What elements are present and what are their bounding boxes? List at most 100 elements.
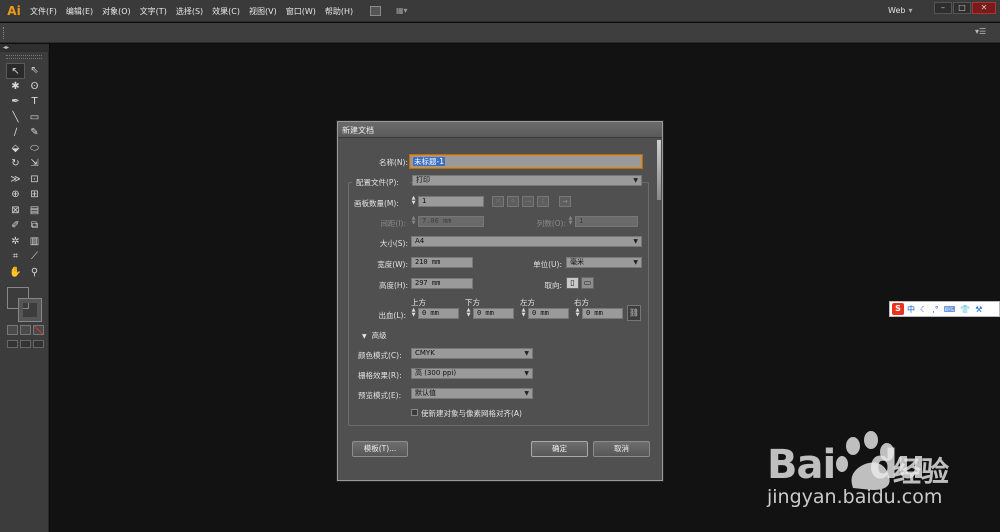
- punctuation-icon[interactable]: ,°: [932, 305, 939, 314]
- artboard-tool-icon[interactable]: ⌗: [6, 249, 25, 265]
- grid-by-column-icon[interactable]: ⁘: [507, 196, 519, 207]
- bleed-top-stepper[interactable]: ▲ ▼: [410, 308, 417, 319]
- profile-dropdown[interactable]: 打印 ▼: [412, 175, 642, 186]
- rectangle-tool-icon[interactable]: ▭: [25, 110, 44, 126]
- none-mode-button[interactable]: [33, 325, 44, 335]
- hand-tool-icon[interactable]: ✋: [6, 265, 25, 281]
- color-mode-dropdown[interactable]: CMYK ▼: [411, 348, 533, 359]
- units-dropdown[interactable]: 毫米 ▼: [566, 257, 642, 268]
- blend-tool-icon[interactable]: ⧉: [25, 218, 44, 234]
- menu-object[interactable]: 对象(O): [102, 6, 131, 17]
- workspace-switcher[interactable]: Web ▾: [888, 4, 928, 18]
- gradient-tool-icon[interactable]: ▤: [25, 203, 44, 219]
- menu-type[interactable]: 文字(T): [140, 6, 167, 17]
- menu-file[interactable]: 文件(F): [30, 6, 57, 17]
- draw-inside-button[interactable]: [33, 340, 44, 348]
- spacing-stepper[interactable]: ▲ ▼: [410, 216, 417, 227]
- name-input[interactable]: 未标题-1: [410, 155, 642, 168]
- cancel-button[interactable]: 取消: [593, 441, 650, 457]
- eyedropper-tool-icon[interactable]: ✐: [6, 218, 25, 234]
- artboards-stepper[interactable]: ▲ ▼: [410, 196, 417, 207]
- pixel-grid-checkbox[interactable]: [411, 409, 418, 416]
- pencil-tool-icon[interactable]: ✎: [25, 125, 44, 141]
- menu-edit[interactable]: 编辑(E): [66, 6, 93, 17]
- blob-brush-tool-icon[interactable]: ⬙: [6, 141, 25, 157]
- bleed-left-stepper[interactable]: ▲ ▼: [520, 308, 527, 319]
- ime-language-toggle[interactable]: 中: [907, 304, 915, 315]
- menu-select[interactable]: 选择(S): [176, 6, 203, 17]
- type-tool-icon[interactable]: T: [25, 94, 44, 110]
- paintbrush-tool-icon[interactable]: ∕: [6, 125, 25, 141]
- tools-icon[interactable]: ⚒: [975, 305, 982, 314]
- shape-builder-tool-icon[interactable]: ⊕: [6, 187, 25, 203]
- bridge-icon[interactable]: [370, 6, 381, 16]
- artboards-input[interactable]: 1: [418, 196, 484, 207]
- arrange-by-column-icon[interactable]: ⋮: [537, 196, 549, 207]
- zoom-tool-icon[interactable]: ⚲: [25, 265, 44, 281]
- arrange-by-row-icon[interactable]: ⋯: [522, 196, 534, 207]
- bleed-left-input[interactable]: 0 mm: [528, 308, 569, 319]
- magic-wand-tool-icon[interactable]: ✱: [6, 79, 25, 95]
- bleed-right-input[interactable]: 0 mm: [582, 308, 623, 319]
- gradient-mode-button[interactable]: [20, 325, 31, 335]
- symbol-sprayer-tool-icon[interactable]: ✲: [6, 234, 25, 250]
- columns-stepper[interactable]: ▲ ▼: [567, 216, 574, 227]
- selection-tool-icon[interactable]: ↖: [6, 63, 25, 79]
- panel-menu-icon[interactable]: ▾☰: [975, 27, 986, 36]
- perspective-grid-tool-icon[interactable]: ⊞: [25, 187, 44, 203]
- grid-by-row-icon[interactable]: ⁙: [492, 196, 504, 207]
- arrange-documents-icon[interactable]: ▦▾: [396, 6, 414, 16]
- menu-effect[interactable]: 效果(C): [212, 6, 240, 17]
- minimize-button[interactable]: –: [934, 2, 952, 14]
- scale-tool-icon[interactable]: ⇲: [25, 156, 44, 172]
- color-mode-button[interactable]: [7, 325, 18, 335]
- menu-help[interactable]: 帮助(H): [325, 6, 353, 17]
- draw-normal-button[interactable]: [7, 340, 18, 348]
- close-button[interactable]: ✕: [972, 2, 996, 14]
- stroke-swatch[interactable]: [18, 298, 42, 322]
- height-input[interactable]: 297 mm: [411, 278, 473, 289]
- eraser-tool-icon[interactable]: ⬭: [25, 141, 44, 157]
- spacing-input[interactable]: 7.06 mm: [418, 216, 484, 227]
- pen-tool-icon[interactable]: ✒: [6, 94, 25, 110]
- landscape-orientation-icon[interactable]: ▭: [581, 277, 594, 289]
- skin-icon[interactable]: 👕: [960, 305, 970, 314]
- bleed-top-input[interactable]: 0 mm: [418, 308, 459, 319]
- keyboard-icon[interactable]: ⌨: [944, 305, 956, 314]
- grip-handle[interactable]: [3, 27, 5, 39]
- moon-icon[interactable]: ☾: [920, 305, 927, 314]
- raster-effects-dropdown[interactable]: 高 (300 ppi) ▼: [411, 368, 533, 379]
- dialog-title-bar[interactable]: 新建文档: [338, 122, 662, 138]
- slice-tool-icon[interactable]: ⟋: [25, 249, 44, 265]
- columns-input[interactable]: 1: [575, 216, 638, 227]
- bleed-bottom-input[interactable]: 0 mm: [473, 308, 514, 319]
- link-bleed-icon[interactable]: ⛓: [627, 305, 641, 321]
- rotate-tool-icon[interactable]: ↻: [6, 156, 25, 172]
- portrait-orientation-icon[interactable]: ▯: [566, 277, 579, 289]
- free-transform-tool-icon[interactable]: ⊡: [25, 172, 44, 188]
- advanced-toggle[interactable]: ▼ 高级: [362, 330, 387, 341]
- direct-selection-tool-icon[interactable]: ⇖: [25, 63, 44, 79]
- watermark-product: 经验: [893, 455, 950, 488]
- layout-direction-icon[interactable]: →: [559, 196, 571, 207]
- width-tool-icon[interactable]: ≫: [6, 172, 25, 188]
- sogou-logo[interactable]: S: [892, 303, 904, 315]
- size-dropdown[interactable]: A4 ▼: [411, 236, 642, 247]
- maximize-button[interactable]: □: [953, 2, 971, 14]
- grip-handle[interactable]: [6, 55, 42, 59]
- templates-button[interactable]: 模板(T)...: [352, 441, 408, 457]
- ok-button[interactable]: 确定: [531, 441, 588, 457]
- lasso-tool-icon[interactable]: ʘ: [25, 79, 44, 95]
- line-tool-icon[interactable]: ╲: [6, 110, 25, 126]
- preview-mode-dropdown[interactable]: 默认值 ▼: [411, 388, 533, 399]
- dialog-scrollbar[interactable]: [657, 140, 661, 200]
- bleed-right-stepper[interactable]: ▲ ▼: [574, 308, 581, 319]
- menu-view[interactable]: 视图(V): [249, 6, 277, 17]
- menu-window[interactable]: 窗口(W): [286, 6, 316, 17]
- mesh-tool-icon[interactable]: ⊠: [6, 203, 25, 219]
- width-input[interactable]: 210 mm: [411, 257, 473, 268]
- bleed-bottom-stepper[interactable]: ▲ ▼: [465, 308, 472, 319]
- collapse-panel-icon[interactable]: ◂▸: [0, 44, 49, 52]
- column-graph-tool-icon[interactable]: ▥: [25, 234, 44, 250]
- draw-behind-button[interactable]: [20, 340, 31, 348]
